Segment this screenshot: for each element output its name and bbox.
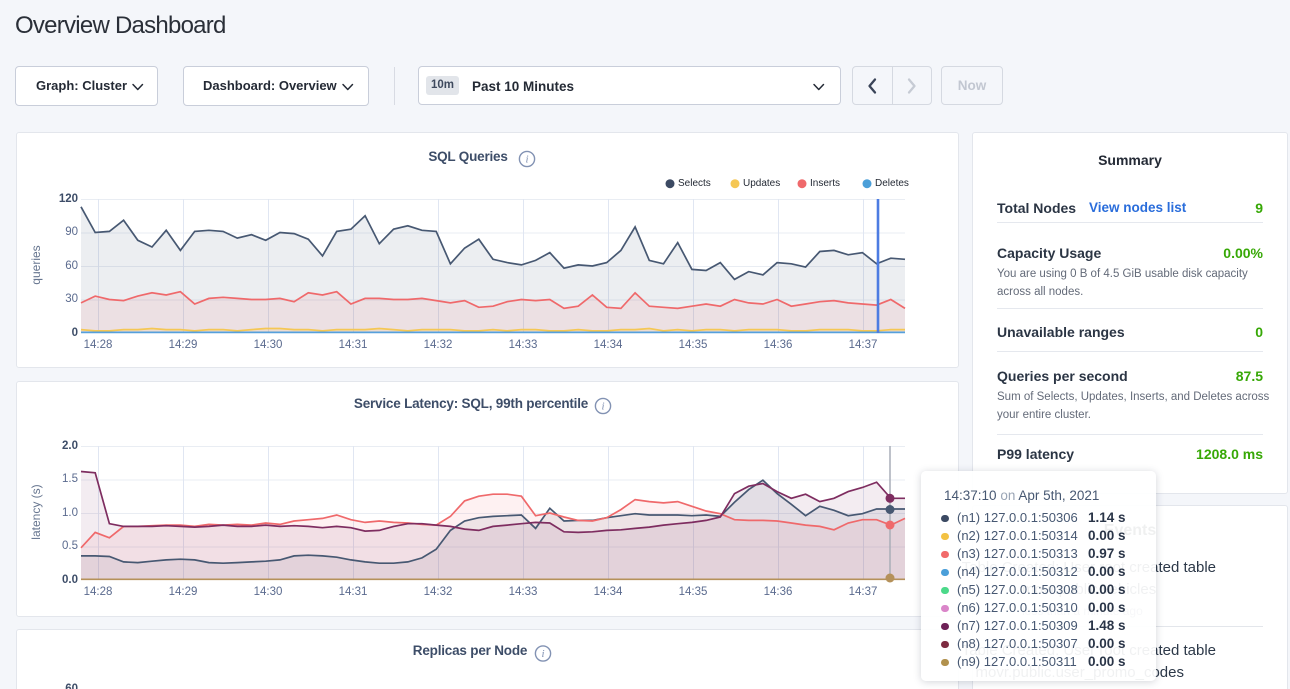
svg-text:i: i	[541, 648, 544, 660]
svg-text:i: i	[601, 401, 604, 413]
svg-text:i: i	[525, 154, 528, 166]
